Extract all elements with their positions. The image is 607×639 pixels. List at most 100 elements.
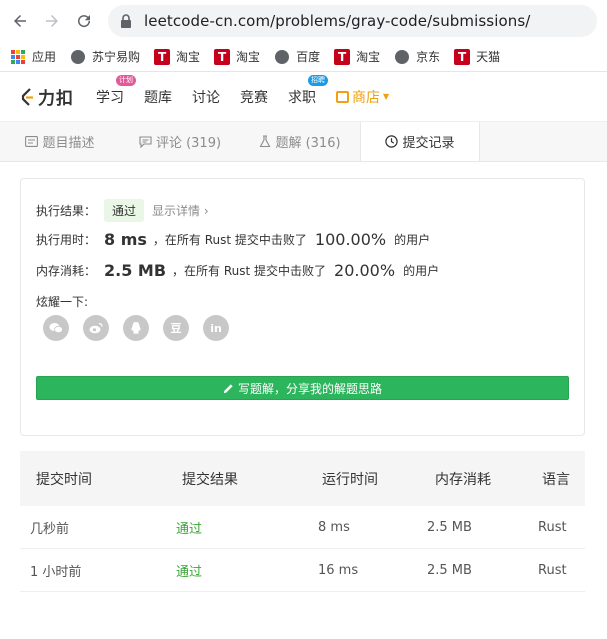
clock-icon — [385, 135, 399, 148]
qq-icon[interactable] — [123, 315, 149, 341]
cell-runtime: 8 ms — [318, 519, 350, 535]
globe-icon — [70, 49, 86, 65]
status-badge: 通过 — [104, 199, 145, 222]
tab-solutions[interactable]: 题解 (316) — [240, 122, 360, 161]
cell-result-link[interactable]: 通过 — [160, 518, 310, 537]
bookmarks-bar: 应用 苏宁易购 T 淘宝 T 淘宝 百度 T 淘宝 京东 T 天猫 — [0, 42, 607, 72]
tab-description[interactable]: 题目描述 — [0, 122, 120, 161]
header-time: 提交时间 — [36, 471, 92, 488]
table-row[interactable]: 几秒前 通过 8 ms 2.5 MB Rust — [20, 506, 585, 549]
bookmark-item[interactable]: T 淘宝 — [334, 48, 380, 65]
nav-item[interactable]: 题库 — [144, 87, 172, 107]
bookmark-label: 应用 — [32, 50, 57, 64]
status-row: 执行结果： 通过 显示详情 › — [36, 199, 209, 222]
table-header: 提交时间 提交结果 运行时间 内存消耗 语言 — [20, 451, 585, 506]
bookmark-item[interactable]: T 天猫 — [454, 48, 500, 65]
address-bar[interactable]: leetcode-cn.com/problems/gray-code/submi… — [108, 5, 597, 37]
douban-icon[interactable]: 豆 — [163, 315, 189, 341]
forward-button[interactable] — [42, 11, 62, 31]
cell-time: 几秒前 — [30, 521, 70, 537]
tab-submissions[interactable]: 提交记录 — [360, 122, 480, 161]
nav-label: 学习 — [96, 89, 124, 106]
runtime-label: 执行用时： — [36, 233, 97, 247]
tmall-icon: T — [214, 48, 231, 65]
nav-badge: 计划 — [116, 74, 136, 86]
write-solution-label: 写题解，分享我的解题思路 — [237, 381, 382, 396]
write-solution-button[interactable]: 写题解，分享我的解题思路 — [36, 376, 569, 400]
nav-item[interactable]: 求职 招聘 — [288, 74, 328, 107]
nav-item[interactable]: 讨论 — [192, 87, 220, 107]
memory-value: 2.5 MB — [104, 261, 167, 280]
nav-label: 题库 — [144, 89, 172, 106]
bookmark-label: 苏宁易购 — [92, 50, 141, 64]
url-text: leetcode-cn.com/problems/gray-code/submi… — [144, 12, 531, 30]
douban-glyph: 豆 — [170, 322, 182, 335]
tmall-icon: T — [154, 48, 171, 65]
cell-memory: 2.5 MB — [427, 562, 472, 578]
shop-bag-icon — [336, 90, 349, 103]
lock-icon — [121, 14, 131, 28]
caret-down-icon: ▼ — [383, 92, 390, 101]
tab-comments[interactable]: 评论 (319) — [120, 122, 240, 161]
nav-item[interactable]: 竞赛 — [240, 87, 268, 107]
runtime-value: 8 ms — [104, 230, 147, 249]
arrow-right-icon — [46, 15, 58, 27]
bookmark-label: 天猫 — [476, 50, 501, 64]
browser-toolbar: leetcode-cn.com/problems/gray-code/submi… — [0, 0, 607, 42]
bookmark-item[interactable]: T 淘宝 — [214, 48, 260, 65]
globe-icon — [274, 49, 290, 65]
submissions-table: 提交时间 提交结果 运行时间 内存消耗 语言 几秒前 通过 8 ms 2.5 MB Ru… — [20, 451, 585, 592]
comment-icon — [139, 135, 152, 148]
arrow-left-icon — [14, 15, 26, 27]
bookmark-item[interactable]: 应用 — [10, 48, 56, 65]
bookmark-item[interactable]: 苏宁易购 — [70, 48, 140, 65]
tab-label: 题解 (316) — [275, 136, 341, 151]
tab-label: 提交记录 — [402, 136, 455, 151]
linkedin-glyph: in — [210, 321, 222, 335]
tab-label: 题目描述 — [42, 136, 95, 151]
nav-badge: 招聘 — [308, 74, 328, 86]
cell-language: Rust — [538, 519, 567, 535]
site-header: 力扣 学习 计划 题库 讨论 竞赛 求职 招聘 商店 ▼ — [0, 72, 607, 122]
bookmark-item[interactable]: 京东 — [394, 48, 440, 65]
bookmark-label: 淘宝 — [236, 50, 261, 64]
nav-item[interactable]: 学习 计划 — [96, 74, 136, 107]
flask-icon — [259, 135, 271, 148]
memory-row: 内存消耗： 2.5 MB ，在所有 Rust 提交中击败了 20.00% 的用户 — [36, 261, 439, 280]
bookmark-item[interactable]: T 淘宝 — [154, 48, 200, 65]
nav-label: 讨论 — [192, 89, 220, 106]
runtime-row: 执行用时： 8 ms ，在所有 Rust 提交中击败了 100.00% 的用户 — [36, 230, 430, 249]
back-button[interactable] — [10, 11, 30, 31]
share-row: 炫耀一下: — [36, 293, 88, 310]
reload-icon — [78, 15, 91, 28]
description-icon — [25, 136, 39, 147]
cell-memory: 2.5 MB — [427, 519, 472, 535]
nav-shop[interactable]: 商店 ▼ — [336, 87, 389, 107]
linkedin-icon[interactable]: in — [203, 315, 229, 341]
share-label: 炫耀一下: — [36, 295, 89, 309]
table-row[interactable]: 1 小时前 通过 16 ms 2.5 MB Rust — [20, 549, 585, 592]
runtime-percent: 100.00% — [314, 230, 387, 249]
wechat-icon[interactable] — [43, 315, 69, 341]
nav-label: 竞赛 — [240, 89, 268, 106]
cell-runtime: 16 ms — [318, 562, 359, 578]
shop-label: 商店 — [352, 89, 380, 106]
logo-text: 力扣 — [38, 89, 74, 109]
logo[interactable]: 力扣 — [20, 84, 74, 109]
weibo-icon[interactable] — [83, 315, 109, 341]
bookmark-item[interactable]: 百度 — [274, 48, 320, 65]
problem-tabs: 题目描述 评论 (319) 题解 (316) 提交记录 — [0, 122, 607, 162]
cell-time: 1 小时前 — [30, 564, 82, 580]
tab-label: 评论 (319) — [155, 136, 222, 151]
reload-button[interactable] — [74, 11, 94, 31]
leetcode-logo-icon — [21, 87, 33, 106]
apps-icon — [10, 49, 26, 65]
runtime-suffix: 的用户 — [394, 233, 431, 247]
header-result: 提交结果 — [182, 471, 238, 488]
cell-result-link[interactable]: 通过 — [160, 561, 310, 580]
bookmark-label: 淘宝 — [356, 50, 381, 64]
memory-label: 内存消耗： — [36, 264, 97, 278]
show-details-link[interactable]: 显示详情 › — [152, 202, 209, 219]
nav-label: 求职 — [288, 89, 316, 106]
cell-language: Rust — [538, 562, 567, 578]
